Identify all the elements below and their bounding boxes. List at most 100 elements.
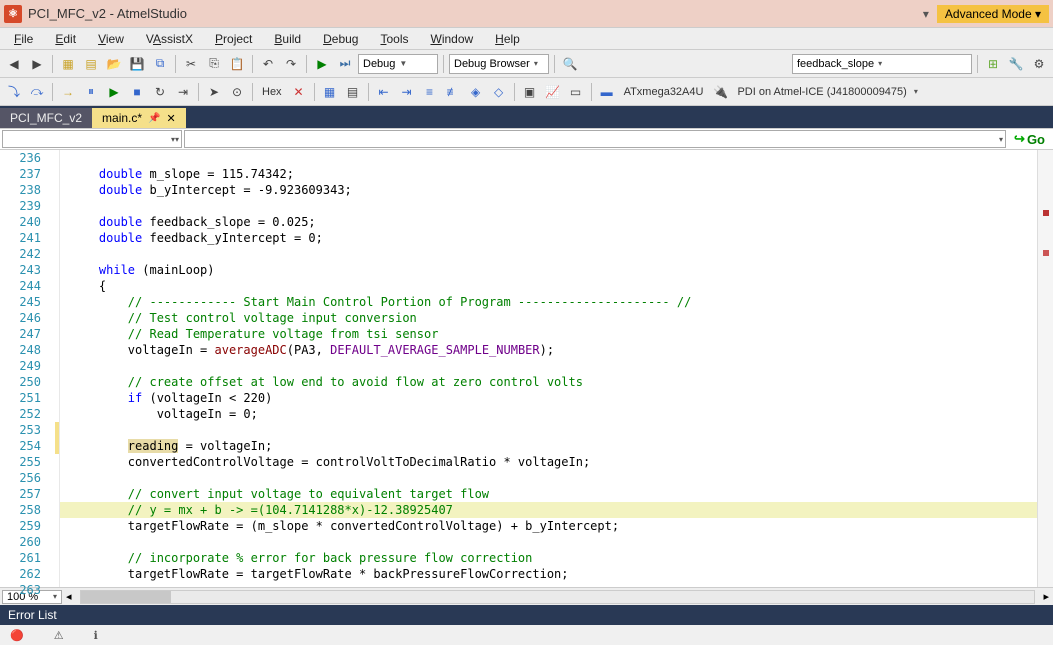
run-without-debug-button[interactable]: ⏭	[335, 54, 355, 74]
code-line[interactable]	[60, 534, 1037, 550]
errors-filter[interactable]: 🔴	[10, 629, 24, 642]
menu-edit[interactable]: Edit	[45, 30, 86, 48]
code-line[interactable]: targetFlowRate = (m_slope * convertedCon…	[60, 518, 1037, 534]
go-button[interactable]: ↪Go	[1008, 131, 1051, 147]
tool-label[interactable]: PDI on Atmel-ICE (J41800009475)	[733, 86, 910, 98]
bookmark2-button[interactable]: ◇	[489, 82, 509, 102]
code-line[interactable]: double m_slope = 115.74342;	[60, 166, 1037, 182]
nav-back-button[interactable]: ◀	[4, 54, 24, 74]
warnings-filter[interactable]: ⚠	[54, 629, 64, 642]
menu-tools[interactable]: Tools	[370, 30, 418, 48]
code-line[interactable]: double b_yIntercept = -9.923609343;	[60, 182, 1037, 198]
code-line[interactable]: // create offset at low end to avoid flo…	[60, 374, 1037, 390]
cut-button[interactable]: ✂	[181, 54, 201, 74]
redo-button[interactable]: ↷	[281, 54, 301, 74]
error-list-panel-header[interactable]: Error List	[0, 605, 1053, 625]
member-combo[interactable]: ▾	[184, 130, 1006, 148]
code-line[interactable]: // ------------ Start Main Control Porti…	[60, 294, 1037, 310]
memory-button[interactable]: ✕	[289, 82, 309, 102]
nav-fwd-button[interactable]: ▶	[27, 54, 47, 74]
menu-project[interactable]: Project	[205, 30, 262, 48]
code-line[interactable]: while (mainLoop)	[60, 262, 1037, 278]
code-line[interactable]: reading = voltageIn;	[60, 438, 1037, 454]
advanced-mode-button[interactable]: Advanced Mode ▾	[937, 5, 1049, 23]
restart-button[interactable]: ↻	[150, 82, 170, 102]
messages-filter[interactable]: ℹ	[94, 629, 98, 642]
code-area[interactable]: double m_slope = 115.74342; double b_yIn…	[60, 150, 1037, 587]
tool-icon[interactable]: 🔌	[710, 82, 730, 102]
tool-dropdown[interactable]: ▾	[914, 87, 918, 96]
save-button[interactable]: 💾	[127, 54, 147, 74]
toolbox-button[interactable]: ⊞	[983, 54, 1003, 74]
code-line[interactable]: convertedControlVoltage = controlVoltToD…	[60, 454, 1037, 470]
marker-icon[interactable]	[1043, 250, 1049, 256]
properties-button[interactable]: 🔧	[1006, 54, 1026, 74]
hex-toggle[interactable]: Hex	[258, 86, 286, 98]
code-line[interactable]: voltageIn = 0;	[60, 406, 1037, 422]
code-line[interactable]	[60, 150, 1037, 166]
locals-button[interactable]: ▤	[343, 82, 363, 102]
browser-combo[interactable]: Debug Browser▾	[449, 54, 549, 74]
tab-file[interactable]: main.c* 📌 ✕	[92, 108, 186, 128]
config-combo[interactable]: Debug▼	[358, 54, 438, 74]
window-button[interactable]: ▣	[520, 82, 540, 102]
start-debug-button[interactable]: ▶	[312, 54, 332, 74]
tab-project[interactable]: PCI_MFC_v2	[0, 108, 92, 128]
find-in-files-button[interactable]: 🔍	[560, 54, 580, 74]
indent-left-button[interactable]: ⇤	[374, 82, 394, 102]
output-button[interactable]: ▭	[566, 82, 586, 102]
bookmark-button[interactable]: ◈	[466, 82, 486, 102]
pause-button[interactable]: ⏸	[81, 82, 101, 102]
code-line[interactable]: double feedback_slope = 0.025;	[60, 214, 1037, 230]
graph-button[interactable]: 📈	[543, 82, 563, 102]
code-line[interactable]: {	[60, 278, 1037, 294]
uncomment-button[interactable]: ≢	[443, 82, 463, 102]
code-line[interactable]: voltageIn = averageADC(PA3, DEFAULT_AVER…	[60, 342, 1037, 358]
step-over-button[interactable]: ⤼	[27, 82, 47, 102]
paste-button[interactable]: 📋	[227, 54, 247, 74]
device-label[interactable]: ATxmega32A4U	[620, 86, 708, 98]
new-project-button[interactable]: ▦	[58, 54, 78, 74]
menu-build[interactable]: Build	[264, 30, 311, 48]
watch-button[interactable]: ▦	[320, 82, 340, 102]
save-all-button[interactable]: ⧉	[150, 54, 170, 74]
code-line[interactable]	[60, 198, 1037, 214]
code-line[interactable]: // Test control voltage input conversion	[60, 310, 1037, 326]
pin-icon[interactable]: 📌	[148, 113, 160, 124]
undo-button[interactable]: ↶	[258, 54, 278, 74]
code-line[interactable]	[60, 358, 1037, 374]
menu-view[interactable]: View	[88, 30, 134, 48]
scroll-left-button[interactable]: ◂	[62, 590, 76, 603]
code-line[interactable]: // incorporate % error for back pressure…	[60, 550, 1037, 566]
continue-button[interactable]: →	[58, 82, 78, 102]
menu-help[interactable]: Help	[485, 30, 530, 48]
quick-launch-icon[interactable]: ▾	[923, 7, 929, 21]
indent-right-button[interactable]: ⇥	[397, 82, 417, 102]
settings-button[interactable]: ⚙	[1029, 54, 1049, 74]
scope-combo[interactable]: ▾▾	[2, 130, 182, 148]
code-line[interactable]: if (voltageIn < 220)	[60, 390, 1037, 406]
code-line[interactable]: // convert input voltage to equivalent t…	[60, 486, 1037, 502]
code-line[interactable]	[60, 246, 1037, 262]
run-to-cursor-button[interactable]: ⇥	[173, 82, 193, 102]
horizontal-scrollbar[interactable]	[80, 590, 1036, 604]
open-button[interactable]: 📂	[104, 54, 124, 74]
code-line[interactable]: double feedback_yIntercept = 0;	[60, 230, 1037, 246]
menu-vassistx[interactable]: VAssistX	[136, 30, 203, 48]
overview-ruler[interactable]	[1037, 150, 1053, 587]
comment-button[interactable]: ≡	[420, 82, 440, 102]
code-line[interactable]	[60, 582, 1037, 587]
menu-debug[interactable]: Debug	[313, 30, 368, 48]
menu-file[interactable]: File	[4, 30, 43, 48]
step-into-button[interactable]: ⤵	[4, 82, 24, 102]
scroll-right-button[interactable]: ▸	[1039, 590, 1053, 603]
device-icon[interactable]: ▬	[597, 82, 617, 102]
marker-icon[interactable]	[1043, 210, 1049, 216]
code-line[interactable]	[60, 470, 1037, 486]
quick-find-combo[interactable]: feedback_slope▾	[792, 54, 972, 74]
stop-button[interactable]: ■	[127, 82, 147, 102]
code-line[interactable]: // Read Temperature voltage from tsi sen…	[60, 326, 1037, 342]
code-line[interactable]: // y = mx + b -> =(104.7141288*x)-12.389…	[60, 502, 1037, 518]
breakpoint-button[interactable]: ⊙	[227, 82, 247, 102]
copy-button[interactable]: ⎘	[204, 54, 224, 74]
